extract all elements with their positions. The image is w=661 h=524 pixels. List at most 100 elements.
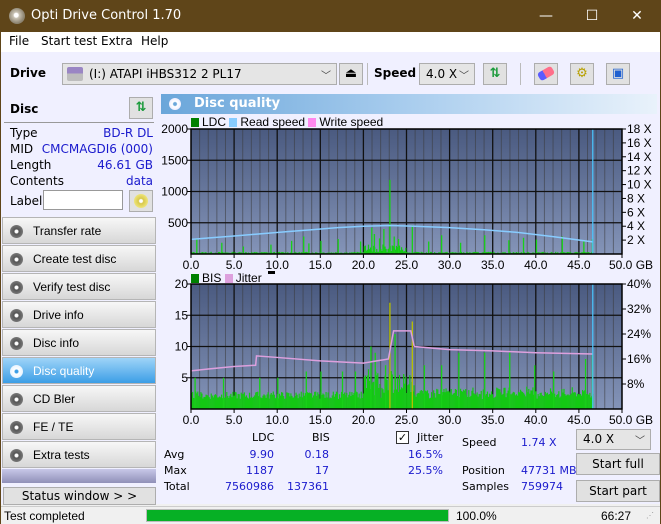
data-bar — [493, 397, 495, 409]
menu-extra[interactable]: Extra — [101, 34, 133, 48]
data-bar — [563, 388, 565, 409]
data-bar — [567, 394, 569, 409]
data-bar — [212, 397, 214, 409]
data-bar — [504, 387, 506, 409]
data-bar-spike — [259, 377, 261, 409]
status-window-button[interactable]: Status window > > — [3, 487, 156, 505]
y-left-tick-label: 5 — [181, 371, 188, 385]
data-bar — [463, 389, 465, 409]
data-bar — [391, 245, 393, 254]
stats-max-bis: 17 — [315, 464, 329, 477]
erase-button[interactable] — [534, 63, 558, 85]
disc-contents-key: Contents — [10, 174, 64, 188]
data-bar-spike — [320, 240, 322, 254]
data-bar — [267, 392, 269, 409]
data-bar — [216, 397, 219, 409]
disc-label-button[interactable] — [129, 190, 153, 212]
close-button[interactable]: ✕ — [614, 1, 660, 32]
data-bar — [462, 391, 464, 409]
data-bar — [404, 383, 406, 409]
nav-drive-info[interactable]: Drive info — [2, 301, 156, 328]
data-bar — [368, 380, 371, 409]
x-tick-label: 20.0 — [352, 413, 376, 427]
minimize-button[interactable]: — — [523, 1, 569, 32]
nav-create-test-disc[interactable]: Create test disc — [2, 245, 156, 272]
data-bar — [362, 393, 364, 409]
nav-fe-te[interactable]: FE / TE — [2, 413, 156, 440]
drive-select[interactable]: (I:) ATAPI iHBS312 2 PL17 ﹀ — [62, 63, 337, 85]
data-bar — [351, 392, 353, 409]
data-bar-spike — [584, 359, 587, 409]
data-bar — [443, 389, 445, 409]
data-bar-spike — [423, 365, 426, 409]
disc-length-value: 46.61 GB — [97, 158, 153, 172]
data-bar — [421, 390, 423, 409]
data-bar — [510, 394, 512, 409]
data-bar — [346, 392, 348, 409]
start-full-button[interactable]: Start full — [576, 453, 660, 475]
stats-total-label: Total — [164, 480, 190, 493]
jitter-checkbox[interactable]: ✓ — [396, 431, 409, 444]
data-bar — [574, 392, 576, 409]
data-bar — [336, 392, 339, 409]
data-bar — [415, 396, 417, 409]
data-bar — [588, 394, 590, 409]
stats-col-bis: BIS — [312, 431, 330, 444]
data-bar-spike — [389, 179, 391, 254]
data-bar — [215, 395, 218, 409]
data-bar-spike — [371, 227, 373, 254]
refresh-button[interactable]: ⇅ — [483, 63, 507, 85]
nav-label: Disc quality — [33, 364, 95, 378]
settings-button[interactable]: ⚙ — [570, 63, 594, 85]
data-bar — [410, 392, 412, 409]
nav-verify-test-disc[interactable]: Verify test disc — [2, 273, 156, 300]
data-bar — [261, 398, 263, 409]
maximize-button[interactable]: ☐ — [569, 1, 615, 32]
data-bar — [203, 396, 205, 409]
speed-select[interactable]: 4.0 X ﹀ — [419, 63, 475, 85]
nav-disc-icon — [10, 253, 23, 266]
data-bar — [474, 394, 476, 409]
nav-extra-tests[interactable]: Extra tests — [2, 441, 156, 468]
settings-icon: ⚙ — [576, 66, 588, 81]
data-bar — [530, 390, 532, 409]
nav-disc-icon — [10, 309, 23, 322]
data-bar — [583, 391, 585, 409]
data-bar — [452, 393, 454, 409]
data-bar — [338, 394, 341, 409]
data-bar-spike — [393, 236, 395, 254]
data-bar — [233, 395, 235, 409]
data-bar-spike — [394, 334, 396, 409]
eject-button[interactable]: ⏏ — [339, 63, 363, 85]
data-bar — [528, 388, 530, 409]
nav-label: FE / TE — [33, 420, 74, 434]
data-bar — [300, 391, 302, 409]
data-bar — [314, 391, 316, 409]
resize-grip-icon[interactable]: ⋰ — [646, 511, 654, 520]
test-speed-select[interactable]: 4.0 X ﹀ — [576, 429, 651, 450]
nav-transfer-rate[interactable]: Transfer rate — [2, 217, 156, 244]
nav-disc-quality[interactable]: Disc quality — [2, 357, 156, 384]
left-panel: Disc ⇅ Type BD-R DL MID CMCMAGDI6 (000) Le… — [1, 94, 159, 505]
nav-cd-bler[interactable]: CD Bler — [2, 385, 156, 412]
data-bar-spike — [428, 241, 430, 254]
menu-start-test[interactable]: Start test — [41, 34, 97, 48]
data-bar — [546, 392, 549, 409]
data-bar — [542, 395, 544, 409]
data-bar — [560, 396, 562, 409]
data-bar — [230, 393, 232, 409]
start-part-button[interactable]: Start part — [576, 480, 660, 502]
menu-help[interactable]: Help — [141, 34, 168, 48]
data-bar — [409, 375, 411, 409]
y-left-tick-label: 1000 — [161, 185, 188, 199]
data-bar — [274, 398, 276, 409]
disc-label-input[interactable] — [43, 190, 123, 210]
data-bar — [416, 393, 418, 409]
menu-file[interactable]: File — [9, 34, 29, 48]
disc-refresh-button[interactable]: ⇅ — [129, 97, 153, 119]
data-bar — [339, 397, 342, 409]
progress-bar — [146, 509, 449, 522]
save-button[interactable]: ▣ — [606, 63, 630, 85]
nav-disc-info[interactable]: Disc info — [2, 329, 156, 356]
data-bar — [541, 395, 543, 409]
